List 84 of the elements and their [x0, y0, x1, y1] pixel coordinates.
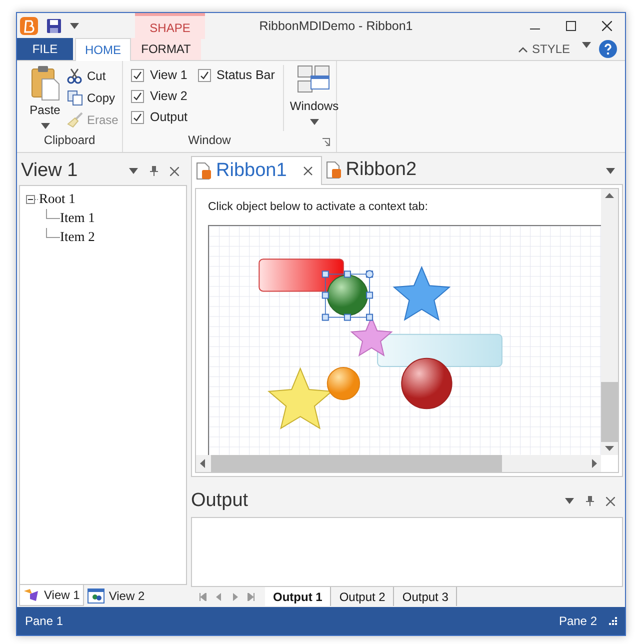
close-icon — [302, 166, 313, 176]
checkbox-label: Output — [150, 109, 188, 126]
copy-icon — [67, 90, 83, 106]
scroll-down-icon[interactable] — [605, 446, 614, 451]
clipboard-button[interactable]: Cut — [67, 65, 118, 87]
paste-button[interactable]: Paste — [27, 65, 63, 131]
save-icon[interactable] — [46, 18, 62, 34]
document-icon — [326, 161, 342, 179]
dialog-launcher-icon[interactable] — [322, 138, 330, 146]
dropdown-icon[interactable] — [565, 498, 574, 504]
caret-icon — [40, 123, 50, 129]
checkbox[interactable] — [131, 111, 144, 124]
last-tab-icon[interactable] — [247, 593, 255, 601]
scissors-icon — [67, 68, 83, 84]
tree-line — [46, 228, 60, 238]
horizontal-scrollbar[interactable] — [196, 455, 601, 472]
pane-title: View 1 — [21, 158, 78, 183]
dropdown-icon[interactable] — [582, 42, 591, 48]
close-icon — [602, 21, 612, 31]
status-text: Pane 1 — [25, 613, 64, 630]
output-tab[interactable]: Output 3 — [394, 587, 458, 606]
group-label: Window — [188, 132, 231, 149]
pane-title: Output — [191, 488, 248, 513]
tree-item[interactable]: Item 2 — [60, 227, 95, 248]
checkbox-label: View 2 — [150, 88, 188, 106]
close-icon[interactable] — [606, 496, 615, 506]
window-title: RibbonMDIDemo - Ribbon1 — [258, 18, 414, 35]
checkbox[interactable] — [198, 69, 211, 82]
close-icon[interactable] — [170, 166, 179, 176]
ribbon-tab[interactable]: FILE — [17, 38, 73, 60]
output-tab[interactable]: Output 1 — [265, 587, 332, 606]
checkbox[interactable] — [131, 69, 144, 82]
group-label: Clipboard — [42, 132, 96, 149]
status-text: Pane 2 — [558, 613, 597, 630]
scrollbar-thumb[interactable] — [211, 455, 502, 472]
clipboard-icon — [30, 65, 60, 101]
output-tab[interactable]: Output 2 — [331, 587, 394, 606]
minimize-icon — [530, 28, 540, 30]
next-tab-icon[interactable] — [231, 593, 239, 601]
collapse-ribbon-icon[interactable] — [518, 46, 528, 52]
context-tab-header: SHAPE — [135, 13, 205, 39]
scroll-up-icon[interactable] — [605, 193, 614, 198]
scrollbar-thumb[interactable] — [601, 382, 618, 442]
first-tab-icon[interactable] — [199, 593, 207, 601]
scroll-left-icon[interactable] — [200, 459, 205, 468]
style-menu[interactable]: STYLE — [532, 40, 570, 58]
previous-tab-icon[interactable] — [215, 593, 223, 601]
ribbon-tab[interactable]: FORMAT — [131, 38, 201, 60]
circle-shape[interactable] — [401, 358, 452, 410]
windows-button[interactable]: Windows — [290, 65, 339, 131]
document-tab[interactable]: Ribbon2 — [322, 156, 421, 184]
pane-tab[interactable]: View 2 — [84, 585, 148, 606]
document-tab[interactable]: Ribbon1 — [191, 156, 322, 185]
tab-list-icon[interactable] — [606, 168, 615, 174]
resize-grip-icon[interactable] — [609, 617, 617, 625]
document-icon — [196, 162, 212, 180]
selected-circle-shape[interactable] — [322, 270, 374, 322]
tree-item[interactable]: Root 1 — [39, 189, 76, 210]
clipboard-button[interactable]: Copy — [67, 87, 118, 109]
checkbox-label: Status Bar — [216, 67, 275, 84]
star-shape[interactable] — [392, 266, 451, 322]
scroll-right-icon[interactable] — [592, 459, 597, 468]
broom-icon — [67, 112, 83, 128]
maximize-icon — [566, 21, 576, 31]
rectangle-shape[interactable] — [258, 258, 344, 292]
dropdown-icon[interactable] — [129, 168, 138, 174]
window-users-icon — [86, 588, 105, 604]
instruction-text: Click object below to activate a context tab: — [208, 200, 429, 215]
checkbox-label: View 1 — [150, 67, 188, 84]
pin-icon[interactable] — [586, 496, 594, 506]
pin-icon[interactable] — [150, 166, 158, 176]
collapse-icon[interactable] — [26, 195, 39, 204]
rectangle-shape[interactable] — [377, 334, 502, 368]
ribbon-tab[interactable]: HOME — [75, 38, 131, 61]
customize-icon[interactable] — [70, 23, 79, 29]
checkbox[interactable] — [131, 90, 144, 103]
tree-line — [46, 209, 60, 219]
tree-item[interactable]: Item 1 — [60, 208, 95, 229]
vertical-scrollbar[interactable] — [601, 189, 618, 455]
app-logo-icon — [20, 17, 38, 35]
caret-icon — [310, 119, 319, 125]
help-icon[interactable] — [599, 40, 617, 58]
pane-tab[interactable]: View 1 — [19, 585, 84, 606]
windows-icon — [297, 65, 332, 95]
